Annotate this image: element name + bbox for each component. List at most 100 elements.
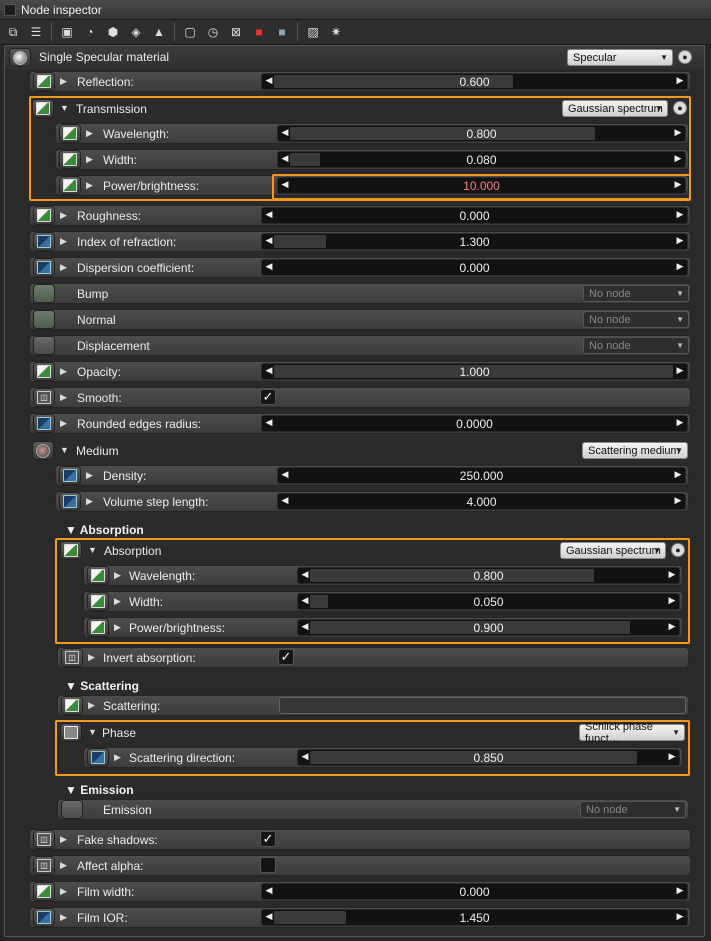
texture-icon[interactable] xyxy=(33,882,55,901)
blue-cube-icon[interactable]: ■ xyxy=(273,23,291,41)
emission-node-icon[interactable] xyxy=(61,800,83,819)
layers-icon[interactable]: ◈ xyxy=(127,23,145,41)
medium-icon[interactable] xyxy=(32,441,54,460)
reflection-slider[interactable]: ◀ 0.600 ▶ xyxy=(261,73,688,90)
expand-icon[interactable]: ▶ xyxy=(114,752,121,763)
texture-icon[interactable]: ▢ xyxy=(181,23,199,41)
abs-power-slider[interactable]: ◀ 0.900 ▶ xyxy=(297,619,680,636)
window-menu-icon[interactable] xyxy=(4,3,16,16)
increment-icon[interactable]: ▶ xyxy=(666,621,678,632)
increment-icon[interactable]: ▶ xyxy=(672,153,684,164)
collapse-icon[interactable]: ▼ xyxy=(60,445,69,455)
expand-icon[interactable]: ▶ xyxy=(60,418,67,429)
float-icon[interactable] xyxy=(59,492,81,511)
increment-icon[interactable]: ▶ xyxy=(672,179,684,190)
bump-select[interactable]: No node ▼ xyxy=(583,285,689,302)
eye-icon[interactable]: ● xyxy=(671,543,685,557)
absorption-section-title[interactable]: ▼ Absorption xyxy=(65,522,144,538)
trans-wavelength-slider[interactable]: ◀ 0.800 ▶ xyxy=(277,125,686,142)
displacement-select[interactable]: No node ▼ xyxy=(583,337,689,354)
geometry-icon[interactable]: ⬢ xyxy=(104,23,122,41)
expand-icon[interactable]: ▶ xyxy=(60,886,67,897)
increment-icon[interactable]: ▶ xyxy=(674,417,686,428)
normal-select[interactable]: No node ▼ xyxy=(583,311,689,328)
float-icon[interactable] xyxy=(33,232,55,251)
expand-icon[interactable]: ▶ xyxy=(60,860,67,871)
transmission-type-select[interactable]: Gaussian spectrum ▼ xyxy=(562,100,668,117)
direction-slider[interactable]: ◀ 0.850 ▶ xyxy=(297,749,680,766)
float-icon[interactable] xyxy=(33,908,55,927)
texture-icon[interactable] xyxy=(59,176,81,195)
increment-icon[interactable]: ▶ xyxy=(674,235,686,246)
trans-power-slider[interactable]: ◀ 10.000 ▶ xyxy=(277,177,686,194)
film-ior-slider[interactable]: ◀ 1.450 ▶ xyxy=(261,909,688,926)
expand-icon[interactable]: ▶ xyxy=(60,392,67,403)
clock-icon[interactable]: ◷ xyxy=(204,23,222,41)
texture-icon[interactable] xyxy=(87,566,109,585)
float-icon[interactable] xyxy=(59,466,81,485)
expand-icon[interactable]: ▶ xyxy=(88,700,95,711)
bool-icon[interactable]: ◫ xyxy=(33,856,55,875)
eye-icon[interactable]: ● xyxy=(678,50,692,64)
texture-icon[interactable] xyxy=(60,541,82,560)
increment-icon[interactable]: ▶ xyxy=(666,569,678,580)
expand-icon[interactable]: ▶ xyxy=(60,262,67,273)
expand-icon[interactable]: ▶ xyxy=(60,912,67,923)
rounded-slider[interactable]: ◀ 0.0000 ▶ xyxy=(261,415,688,432)
invert-absorption-checkbox[interactable]: ✓ xyxy=(278,649,294,665)
mesh-icon[interactable]: ⊠ xyxy=(227,23,245,41)
expand-icon[interactable]: ▶ xyxy=(86,470,93,481)
expand-icon[interactable]: ▶ xyxy=(88,652,95,663)
expand-icon[interactable]: ▶ xyxy=(86,128,93,139)
texture-icon[interactable] xyxy=(59,150,81,169)
light-icon[interactable]: ✷ xyxy=(327,23,345,41)
float-icon[interactable] xyxy=(33,414,55,433)
image-icon[interactable]: ▣ xyxy=(58,23,76,41)
density-slider[interactable]: ◀ 250.000 ▶ xyxy=(277,467,686,484)
normal-node-icon[interactable] xyxy=(33,310,55,329)
increment-icon[interactable]: ▶ xyxy=(666,595,678,606)
bool-icon[interactable]: ◫ xyxy=(33,830,55,849)
increment-icon[interactable]: ▶ xyxy=(672,469,684,480)
expand-icon[interactable]: ▶ xyxy=(60,366,67,377)
affect-alpha-checkbox[interactable] xyxy=(260,857,276,873)
bool-icon[interactable]: ◫ xyxy=(61,648,83,667)
copy-icon[interactable]: ⧉ xyxy=(4,23,22,41)
scattering-color-field[interactable] xyxy=(279,697,686,714)
increment-icon[interactable]: ▶ xyxy=(672,127,684,138)
collapse-icon[interactable]: ▼ xyxy=(60,103,69,113)
expand-icon[interactable]: ▶ xyxy=(60,76,67,87)
material-icon[interactable]: ▲ xyxy=(150,23,168,41)
bool-icon[interactable]: ◫ xyxy=(33,388,55,407)
dispersion-slider[interactable]: ◀ 0.000 ▶ xyxy=(261,259,688,276)
expand-icon[interactable]: ▶ xyxy=(114,570,121,581)
increment-icon[interactable]: ▶ xyxy=(674,261,686,272)
abs-width-slider[interactable]: ◀ 0.050 ▶ xyxy=(297,593,680,610)
roughness-slider[interactable]: ◀ 0.000 ▶ xyxy=(261,207,688,224)
collapse-icon[interactable]: ▼ xyxy=(88,545,97,555)
increment-icon[interactable]: ▶ xyxy=(674,885,686,896)
texture-icon[interactable] xyxy=(33,206,55,225)
displacement-node-icon[interactable] xyxy=(33,336,55,355)
phase-type-select[interactable]: Schlick phase funct… ▼ xyxy=(579,721,685,745)
texture-icon[interactable] xyxy=(32,99,54,118)
paste-icon[interactable]: ☰ xyxy=(27,23,45,41)
film-width-slider[interactable]: ◀ 0.000 ▶ xyxy=(261,883,688,900)
increment-icon[interactable]: ▶ xyxy=(674,365,686,376)
texture-icon[interactable] xyxy=(33,362,55,381)
bump-node-icon[interactable] xyxy=(33,284,55,303)
expand-icon[interactable]: ▶ xyxy=(86,154,93,165)
ior-slider[interactable]: ◀ 1.300 ▶ xyxy=(261,233,688,250)
emission-select[interactable]: No node ▼ xyxy=(580,801,686,818)
scattering-section-title[interactable]: ▼ Scattering xyxy=(65,678,139,694)
float-icon[interactable] xyxy=(87,748,109,767)
texture-icon[interactable] xyxy=(59,124,81,143)
absorption-type-select[interactable]: Gaussian spectrum ▼ xyxy=(560,542,666,559)
float-icon[interactable] xyxy=(33,258,55,277)
expand-icon[interactable]: ▶ xyxy=(60,210,67,221)
trans-width-slider[interactable]: ◀ 0.080 ▶ xyxy=(277,151,686,168)
eye-icon[interactable]: ● xyxy=(673,101,687,115)
smooth-checkbox[interactable]: ✓ xyxy=(260,389,276,405)
texture-icon[interactable] xyxy=(87,618,109,637)
expand-icon[interactable]: ▶ xyxy=(86,496,93,507)
